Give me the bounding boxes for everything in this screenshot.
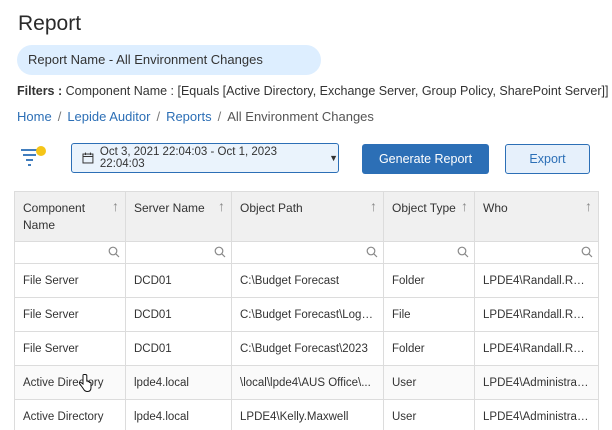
filters-label: Filters : — [17, 84, 63, 98]
cell-object-type: User — [383, 399, 475, 430]
cell-server: DCD01 — [125, 263, 232, 298]
breadcrumb-current: All Environment Changes — [227, 109, 374, 124]
cell-component: Active Directory — [14, 399, 126, 430]
breadcrumb-reports[interactable]: Reports — [166, 109, 212, 124]
cell-object-type: User — [383, 365, 475, 400]
table-row[interactable]: File Server DCD01 C:\Budget Forecast Fol… — [14, 263, 599, 298]
column-header-who[interactable]: Who ↑ — [474, 191, 599, 242]
table-row[interactable]: File Server DCD01 C:\Budget Forecast\Log… — [14, 297, 599, 332]
column-filter-input[interactable] — [14, 241, 126, 264]
cell-server: DCD01 — [125, 297, 232, 332]
table-row[interactable]: Active Directory lpde4.local LPDE4\Kelly… — [14, 399, 599, 430]
breadcrumb: Home / Lepide Auditor / Reports / All Environm… — [17, 109, 374, 124]
cell-who: LPDE4\Administrator — [474, 365, 599, 400]
search-icon — [214, 246, 226, 258]
column-header-component-name[interactable]: Component Name ↑ — [14, 191, 126, 242]
breadcrumb-separator: / — [156, 109, 161, 124]
table-row[interactable]: File Server DCD01 C:\Budget Forecast\202… — [14, 331, 599, 366]
sort-arrow-icon[interactable]: ↑ — [218, 198, 225, 215]
filter-icon[interactable] — [20, 145, 48, 169]
sort-arrow-icon[interactable]: ↑ — [585, 198, 592, 215]
chevron-down-icon: ▼ — [329, 153, 338, 163]
cell-server: lpde4.local — [125, 365, 232, 400]
cell-component: Active Directory — [14, 365, 126, 400]
cell-component: File Server — [14, 331, 126, 366]
search-icon — [581, 246, 593, 258]
breadcrumb-lepide-auditor[interactable]: Lepide Auditor — [67, 109, 150, 124]
cell-who: LPDE4\Randall.Raines — [474, 297, 599, 332]
sort-arrow-icon[interactable]: ↑ — [461, 198, 468, 215]
breadcrumb-home[interactable]: Home — [17, 109, 52, 124]
cell-object-type: File — [383, 297, 475, 332]
breadcrumb-separator: / — [57, 109, 62, 124]
cell-who: LPDE4\Randall.Raines — [474, 331, 599, 366]
filters-value: Component Name : [Equals [Active Directo… — [65, 84, 609, 98]
cell-server: lpde4.local — [125, 399, 232, 430]
cell-object-path: C:\Budget Forecast — [231, 263, 384, 298]
cell-object-path: \local\lpde4\AUS Office\... — [231, 365, 384, 400]
cell-who: LPDE4\Administrator — [474, 399, 599, 430]
cell-object-type: Folder — [383, 263, 475, 298]
column-filter-input[interactable] — [383, 241, 475, 264]
cell-object-path: LPDE4\Kelly.Maxwell — [231, 399, 384, 430]
calendar-icon — [82, 152, 94, 164]
date-range-picker[interactable]: Oct 3, 2021 22:04:03 - Oct 1, 2023 22:04… — [71, 143, 339, 173]
cell-server: DCD01 — [125, 331, 232, 366]
column-filter-input[interactable] — [231, 241, 384, 264]
breadcrumb-separator: / — [217, 109, 222, 124]
table-row[interactable]: Active Directory lpde4.local \local\lpde… — [14, 365, 599, 400]
cell-who: LPDE4\Randall.Raines — [474, 263, 599, 298]
cell-object-type: Folder — [383, 331, 475, 366]
report-name-pill: Report Name - All Environment Changes — [17, 45, 321, 75]
column-filter-input[interactable] — [125, 241, 232, 264]
hand-cursor-icon — [78, 374, 92, 393]
column-header-object-type[interactable]: Object Type ↑ — [383, 191, 475, 242]
page-title: Report — [18, 12, 82, 35]
sort-arrow-icon[interactable]: ↑ — [370, 198, 377, 215]
sort-arrow-icon[interactable]: ↑ — [112, 198, 119, 215]
report-table: Component Name ↑ Server Name ↑ Object Path… — [14, 191, 599, 430]
column-header-object-path[interactable]: Object Path ↑ — [231, 191, 384, 242]
generate-report-button[interactable]: Generate Report — [362, 144, 489, 174]
column-filter-input[interactable] — [474, 241, 599, 264]
cell-component: File Server — [14, 263, 126, 298]
column-header-server-name[interactable]: Server Name ↑ — [125, 191, 232, 242]
cell-object-path: C:\Budget Forecast\Logo ... — [231, 297, 384, 332]
search-icon — [108, 246, 120, 258]
filters-line: Filters : Component Name : [Equals [Acti… — [17, 84, 608, 98]
cell-object-path: C:\Budget Forecast\2023 — [231, 331, 384, 366]
search-icon — [366, 246, 378, 258]
search-icon — [457, 246, 469, 258]
cell-component: File Server — [14, 297, 126, 332]
date-range-value: Oct 3, 2021 22:04:03 - Oct 1, 2023 22:04… — [99, 146, 277, 170]
export-button[interactable]: Export — [505, 144, 590, 174]
